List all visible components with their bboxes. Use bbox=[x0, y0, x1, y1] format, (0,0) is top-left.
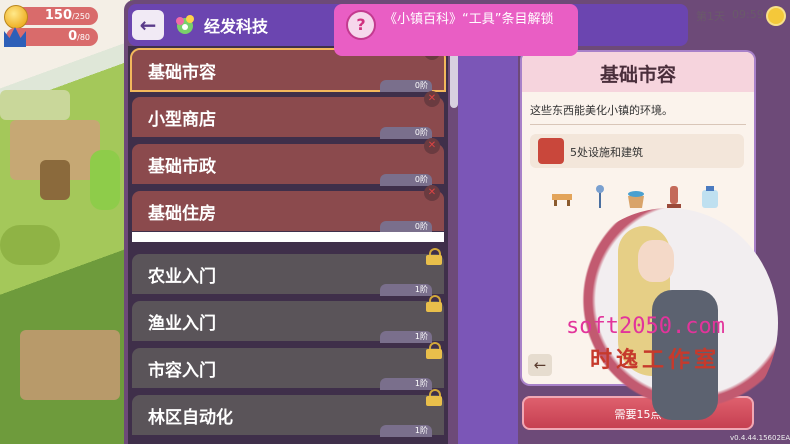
bench-icon bbox=[552, 194, 572, 206]
list-item[interactable]: 小型商店 ✕ 0阶 bbox=[132, 91, 444, 139]
detail-back-arrow[interactable]: ← bbox=[528, 354, 552, 376]
coins-max: /250 bbox=[72, 12, 90, 21]
watermark-url: soft2050.com bbox=[566, 314, 725, 339]
sun-icon bbox=[768, 8, 784, 24]
item-label: 小型商店 bbox=[148, 110, 216, 130]
crowns-counter: 0/80 bbox=[4, 27, 98, 47]
lock-icon bbox=[426, 342, 442, 359]
item-tier: 1阶 bbox=[380, 284, 432, 296]
list-item[interactable]: 基础住房 ✕ 0阶 bbox=[132, 185, 444, 233]
unavailable-icon: ✕ bbox=[424, 185, 440, 201]
item-tier: 0阶 bbox=[380, 174, 432, 186]
crowns-max: /80 bbox=[77, 33, 90, 42]
coin-icon bbox=[4, 5, 28, 29]
item-label: 农业入门 bbox=[148, 267, 216, 287]
game-world-background bbox=[0, 0, 130, 444]
question-icon: ? bbox=[348, 12, 374, 38]
character-face bbox=[638, 240, 674, 282]
tech-tree-icon bbox=[176, 15, 194, 34]
list-scrollbar[interactable] bbox=[450, 48, 458, 108]
list-item[interactable]: 市容入门 1阶 bbox=[132, 342, 444, 390]
item-label: 基础住房 bbox=[148, 204, 216, 224]
statue-icon bbox=[667, 186, 681, 208]
watermark-name: 时逸工作室 bbox=[590, 348, 721, 373]
item-label: 渔业入门 bbox=[148, 314, 216, 334]
detail-title: 基础市容 bbox=[599, 64, 676, 86]
unlock-notification: ? 《小镇百科》“工具”条目解锁 bbox=[334, 4, 578, 56]
item-tier: 1阶 bbox=[380, 331, 432, 343]
lock-icon bbox=[426, 295, 442, 312]
back-button[interactable]: ← bbox=[132, 10, 164, 40]
background-pattern bbox=[458, 46, 518, 444]
item-tier: 1阶 bbox=[380, 378, 432, 390]
item-tier: 1阶 bbox=[380, 425, 432, 437]
item-label: 基础市政 bbox=[148, 157, 216, 177]
divider bbox=[530, 124, 746, 125]
list-item[interactable]: 林区自动化 1阶 bbox=[132, 389, 444, 437]
unavailable-icon: ✕ bbox=[424, 91, 440, 107]
building-icon bbox=[538, 138, 564, 164]
list-item[interactable]: 基础市容 ✕ 0阶 bbox=[130, 46, 446, 92]
item-tier: 0阶 bbox=[380, 127, 432, 139]
list-item[interactable]: 农业入门 1阶 bbox=[132, 248, 444, 296]
item-label: 市容入门 bbox=[148, 361, 216, 381]
requirement-row: 5处设施和建筑 bbox=[530, 134, 744, 168]
coins-value: 150 bbox=[44, 8, 73, 23]
panel-title: 经发科技 bbox=[204, 17, 269, 36]
item-label: 林区自动化 bbox=[148, 408, 233, 428]
crown-icon bbox=[4, 27, 26, 47]
crowns-value: 0 bbox=[68, 29, 78, 44]
water-tank-icon bbox=[702, 186, 718, 208]
detail-description: 这些东西能美化小镇的环境。 bbox=[530, 104, 673, 117]
time-label: 09:59 bbox=[732, 8, 764, 21]
unavailable-icon: ✕ bbox=[424, 138, 440, 154]
planter-icon bbox=[628, 191, 644, 208]
lock-icon bbox=[426, 389, 442, 406]
lock-icon bbox=[426, 248, 442, 265]
requirement-label: 5处设施和建筑 bbox=[570, 146, 643, 159]
item-label: 基础市容 bbox=[148, 63, 216, 83]
coins-counter: 150/250 bbox=[4, 5, 98, 29]
streetlamp-icon bbox=[596, 185, 604, 208]
item-tier: 0阶 bbox=[380, 80, 432, 92]
list-item[interactable]: 基础市政 ✕ 0阶 bbox=[132, 138, 444, 186]
tech-list: 基础市容 ✕ 0阶 小型商店 ✕ 0阶 基础市政 ✕ 0阶 基础住房 ✕ 0阶 … bbox=[128, 46, 448, 444]
list-item[interactable]: 渔业入门 1阶 bbox=[132, 295, 444, 343]
day-label: 第1天 bbox=[696, 10, 725, 23]
notification-text: 《小镇百科》“工具”条目解锁 bbox=[384, 12, 554, 27]
version-label: v0.4.44.15602EA bbox=[730, 434, 790, 442]
section-divider bbox=[132, 232, 444, 242]
